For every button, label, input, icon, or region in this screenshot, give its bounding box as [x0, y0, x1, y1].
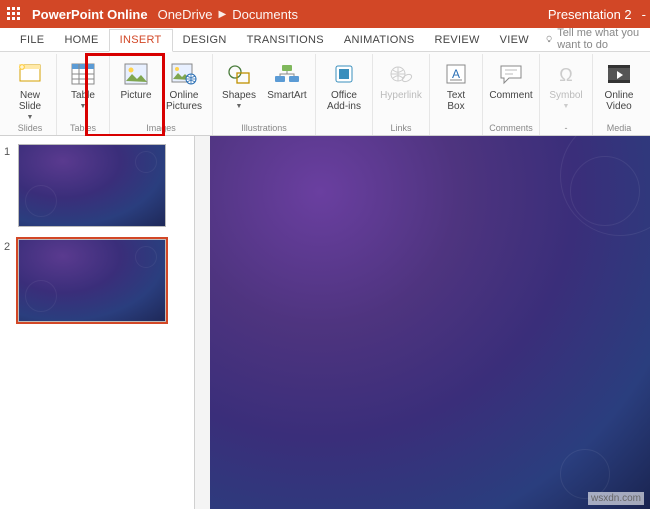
comment-label: Comment [489, 90, 532, 101]
breadcrumb-documents[interactable]: Documents [232, 7, 298, 22]
app-name: PowerPoint Online [28, 7, 158, 22]
office-addins-label: OfficeAdd-ins [327, 90, 361, 112]
title-separator: - [638, 7, 650, 22]
group-illustrations: Shapes ▼ SmartArt Illustrations [213, 54, 316, 135]
group-label-media: Media [607, 123, 632, 135]
picture-button[interactable]: Picture [114, 58, 158, 103]
shapes-label: Shapes [222, 90, 256, 101]
group-label-illustrations: Illustrations [241, 123, 287, 135]
smartart-label: SmartArt [267, 90, 306, 101]
symbol-icon: Ω [552, 60, 580, 88]
hyperlink-button[interactable]: Hyperlink [377, 58, 425, 103]
tell-me-search[interactable]: Tell me what you want to do [545, 27, 650, 51]
smartart-button[interactable]: SmartArt [263, 58, 311, 103]
chevron-right-icon: ▶ [213, 9, 233, 20]
new-slide-label: NewSlide [19, 90, 41, 112]
slide-thumbnail-2[interactable] [18, 239, 166, 322]
tab-animations[interactable]: ANIMATIONS [334, 30, 425, 51]
tab-insert[interactable]: INSERT [109, 29, 173, 52]
chevron-down-icon: ▼ [563, 103, 570, 110]
text-box-label: TextBox [447, 90, 465, 112]
title-bar: PowerPoint Online OneDrive ▶ Documents P… [0, 0, 650, 28]
group-label-slides: Slides [18, 123, 43, 135]
svg-text:A: A [452, 67, 460, 81]
comment-button[interactable]: Comment [487, 58, 535, 103]
tab-review[interactable]: REVIEW [424, 30, 489, 51]
ribbon-tabs: FILE HOME INSERT DESIGN TRANSITIONS ANIM… [0, 28, 650, 52]
comment-icon [497, 60, 525, 88]
table-label: Table [71, 90, 95, 101]
tab-view[interactable]: VIEW [490, 30, 539, 51]
group-label-images: Images [146, 123, 176, 135]
symbol-button[interactable]: Ω Symbol ▼ [544, 58, 588, 112]
watermark: wsxdn.com [588, 492, 644, 505]
text-box-button[interactable]: A TextBox [434, 58, 478, 114]
online-pictures-button[interactable]: OnlinePictures [160, 58, 208, 114]
group-comments: Comment Comments [483, 54, 540, 135]
group-links: Hyperlink Links [373, 54, 430, 135]
group-media: OnlineVideo Media [593, 54, 645, 135]
new-slide-button[interactable]: NewSlide ▼ [8, 58, 52, 123]
current-slide[interactable] [210, 136, 650, 509]
tab-design[interactable]: DESIGN [173, 30, 237, 51]
group-label-links: Links [390, 123, 411, 135]
hyperlink-icon [387, 60, 415, 88]
hyperlink-label: Hyperlink [380, 90, 422, 101]
thumbnail-number: 2 [4, 239, 18, 322]
chevron-down-icon: ▼ [236, 103, 243, 110]
ribbon-insert: NewSlide ▼ Slides Table ▼ Tables Picture… [0, 52, 650, 136]
slide-thumbnail-panel[interactable]: 1 2 [0, 136, 195, 509]
lightbulb-icon [545, 33, 553, 45]
chevron-down-icon: ▼ [80, 103, 87, 110]
new-slide-icon [16, 60, 44, 88]
online-video-label: OnlineVideo [605, 90, 634, 112]
group-tables: Table ▼ Tables [57, 54, 110, 135]
tab-transitions[interactable]: TRANSITIONS [237, 30, 334, 51]
workspace: 1 2 [0, 136, 650, 509]
tab-home[interactable]: HOME [54, 30, 108, 51]
table-button[interactable]: Table ▼ [61, 58, 105, 112]
document-title[interactable]: Presentation 2 [548, 7, 638, 22]
thumbnail-row[interactable]: 2 [4, 239, 190, 322]
thumbnail-number: 1 [4, 144, 18, 227]
online-video-button[interactable]: OnlineVideo [597, 58, 641, 114]
addins-icon [330, 60, 358, 88]
symbol-label: Symbol [549, 90, 582, 101]
group-images: Picture OnlinePictures Images [110, 54, 213, 135]
text-box-icon: A [442, 60, 470, 88]
group-label-tables: Tables [70, 123, 96, 135]
picture-icon [122, 60, 150, 88]
group-label-comments: Comments [489, 123, 533, 135]
shapes-icon [225, 60, 253, 88]
slide-canvas-area[interactable] [195, 136, 650, 509]
group-symbols: Ω Symbol ▼ - [540, 54, 593, 135]
tell-me-placeholder: Tell me what you want to do [557, 27, 650, 51]
online-pictures-label: OnlinePictures [166, 90, 202, 112]
tab-file[interactable]: FILE [10, 30, 54, 51]
office-addins-button[interactable]: OfficeAdd-ins [320, 58, 368, 114]
svg-text:Ω: Ω [559, 65, 572, 85]
table-icon [69, 60, 97, 88]
chevron-down-icon: ▼ [27, 114, 34, 121]
shapes-button[interactable]: Shapes ▼ [217, 58, 261, 112]
group-label-symbols: - [565, 123, 568, 135]
group-text: A TextBox [430, 54, 483, 135]
app-launcher-icon[interactable] [0, 0, 28, 28]
video-icon [605, 60, 633, 88]
group-addins: OfficeAdd-ins [316, 54, 373, 135]
online-pictures-icon [170, 60, 198, 88]
thumbnail-row[interactable]: 1 [4, 144, 190, 227]
group-slides: NewSlide ▼ Slides [4, 54, 57, 135]
picture-label: Picture [120, 90, 151, 101]
breadcrumb-onedrive[interactable]: OneDrive [158, 7, 213, 22]
slide-thumbnail-1[interactable] [18, 144, 166, 227]
smartart-icon [273, 60, 301, 88]
